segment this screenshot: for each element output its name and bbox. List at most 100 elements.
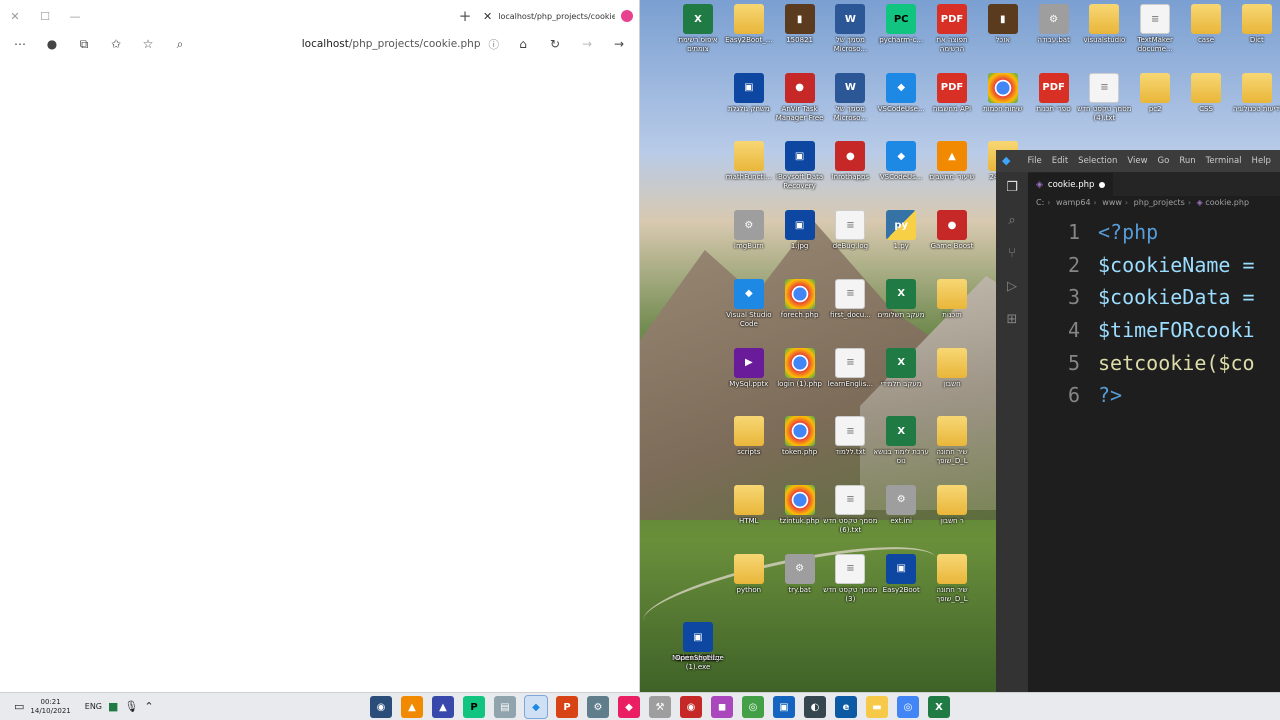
code-line[interactable]: 2 $cookieName = [1028,249,1280,282]
desktop-icon[interactable]: W מסמך של Microso... [825,4,875,54]
breadcrumb-item[interactable]: cookie.php [1205,198,1249,207]
desktop-icon[interactable]: forech.php [775,278,825,320]
breadcrumb-item[interactable]: www [1102,198,1122,207]
address-bar[interactable]: localhost/php_projects/cookie.php ⓘ [198,33,505,55]
desktop-icon[interactable]: ⚙ ImgBurn [724,210,774,251]
run-debug-icon[interactable]: ▷ [1007,279,1017,294]
desktop-icon[interactable]: ▶ MySql.pptx [724,347,774,389]
desktop-icon[interactable]: X איפוס רשימת צומתים [673,4,723,54]
chrome-icon[interactable]: ◎ [897,696,919,718]
desktop-icon[interactable]: ≡ מסמך טקסט חדש (4).txt [1077,72,1131,123]
edge-icon[interactable]: e [835,696,857,718]
desktop-icon[interactable]: ⚙ עבודה.bat [1029,4,1079,45]
code-line[interactable]: 4 $timeFORcooki [1028,314,1280,347]
desktop-icon[interactable]: PDF מחשבות API [927,72,977,114]
window-close-button[interactable]: ✕ [0,5,30,27]
desktop-icon[interactable]: Easy2Boot_... [724,4,774,45]
desktop-icon[interactable]: ▣ iBoysoft Data Recovery [775,141,825,191]
desktop-icon[interactable]: ידיעות טכנולוגיה [1232,72,1280,114]
menu-selection[interactable]: Selection [1073,156,1122,166]
vlc-icon[interactable]: ▲ [401,696,423,718]
desktop-icon[interactable]: ≡ first_docu... [825,278,875,320]
new-tab-button[interactable]: + [453,7,477,25]
excel-tray-icon[interactable]: ■ [108,700,118,713]
desktop-icon[interactable]: PDF תפוצה את הרשימה [927,4,977,54]
code-line[interactable]: 6 ?> [1028,379,1280,412]
desktop-icon[interactable]: ≡ מסמך טקסט חדש (3) [823,553,877,604]
desktop-icon[interactable]: scripts [724,416,774,457]
menu-terminal[interactable]: Terminal [1201,156,1247,166]
desktop-icon[interactable]: ≡ learnEnglis... [825,347,875,389]
search-icon[interactable]: ⌕ [166,33,194,55]
clock[interactable]: 00:21 14/10/2021 [30,698,70,716]
menu-go[interactable]: Go [1153,156,1175,166]
forward-icon[interactable]: → [573,33,601,55]
desktop-icon[interactable]: ▮ אוכל [978,4,1028,45]
desktop-icon[interactable]: ◆ VSCodeUse... [876,72,926,114]
desktop-icon[interactable]: תוכנות [927,278,977,320]
desktop-icon[interactable]: ● Game Boost [927,210,977,251]
pycharm-icon[interactable]: P [463,696,485,718]
taskbar-app-icon[interactable]: ⚒ [649,696,671,718]
profile-icon[interactable]: ● [38,33,66,55]
desktop-icon[interactable]: ▣ OpenShot-l... (1).exe [673,622,723,672]
desktop-icon[interactable]: login (1).php [775,347,825,389]
editor-tab-cookie-php[interactable]: ◈ cookie.php [1028,173,1114,197]
desktop-icon[interactable]: tzintuk.php [775,484,825,526]
window-minimize-button[interactable]: — [60,5,90,27]
desktop-icon[interactable]: ▣ משחק גולגלת [724,72,774,114]
desktop-icon[interactable]: שיר חתונה שופך_D_L [927,553,977,604]
vscode-taskbar-icon[interactable]: ◆ [524,695,548,719]
desktop-icon[interactable]: ▣ Easy2Boot [876,553,926,595]
code-line[interactable]: 5 setcookie($co [1028,346,1280,379]
desktop-icon[interactable]: ▣ 1.jpg [775,210,825,251]
taskbar-app-icon[interactable]: ◉ [370,696,392,718]
desktop-icon[interactable]: ● lnrothapps [825,141,875,182]
taskbar-app-icon[interactable]: ▣ [773,696,795,718]
chrome-icon[interactable]: ◎ [742,696,764,718]
taskbar-app-icon[interactable]: ◼ [711,696,733,718]
desktop-icon[interactable]: ▲ שיעורי מחשבים [927,141,977,182]
menu-help[interactable]: Help [1247,156,1276,166]
desktop-icon[interactable]: ▮ 150821 [775,4,825,45]
language-indicator[interactable]: ENG [85,702,102,711]
back-icon[interactable]: → [605,33,633,55]
taskbar-app-icon[interactable]: ◐ [804,696,826,718]
desktop-icon[interactable]: token.php [775,416,825,457]
taskbar-app-icon[interactable]: ⚙ [587,696,609,718]
excel-icon[interactable]: X [928,696,950,718]
collections-icon[interactable]: ⧉ [70,33,98,55]
extensions-icon[interactable]: ⊞ [1007,312,1018,327]
desktop-icon[interactable]: ⚙ try.bat [775,553,825,595]
desktop-icon[interactable]: PC pycharm-c... [876,4,926,45]
desktop-icon[interactable]: חשבון [927,347,977,389]
unsaved-dot-icon[interactable] [1099,182,1106,188]
desktop-icon[interactable]: ◆ VSCodeUs... [876,141,926,182]
desktop-icon[interactable]: ⚙ ext.ini [876,484,926,526]
search-icon[interactable]: ⌕ [1008,213,1015,228]
breadcrumb-item[interactable]: php_projects [1134,198,1185,207]
favorites-icon[interactable]: ✩ [102,33,130,55]
menu-run[interactable]: Run [1174,156,1200,166]
desktop-icon[interactable]: שיר חתונה שופך_D_L [927,416,977,466]
desktop-icon[interactable]: ≡ deBug.log [825,210,875,251]
desktop-icon[interactable]: visualstudio [1079,4,1129,45]
desktop-icon[interactable]: X מעקב תשלומים [876,278,926,320]
menu-edit[interactable]: Edit [1047,156,1073,166]
desktop-icon[interactable]: שיחות חכמות [978,72,1028,114]
desktop-icon[interactable]: HTML [724,484,774,526]
show-hidden-icons-chevron-icon[interactable]: ⌃ [144,700,153,713]
desktop-icon[interactable]: X מעקב תלמידי [876,347,926,389]
browser-tab[interactable]: ✕ localhost/php_projects/cookie.php [477,0,639,32]
file-explorer-icon[interactable]: ▬ [866,696,888,718]
desktop-icon[interactable]: X ערכת לימוד בנושא נוס [873,416,929,466]
site-info-icon[interactable]: ⓘ [489,37,500,52]
taskbar-app-icon[interactable]: ▲ [432,696,454,718]
menu-view[interactable]: View [1122,156,1152,166]
menu-file[interactable]: File [1022,156,1046,166]
home-icon[interactable]: ⌂ [509,33,537,55]
tab-close-icon[interactable]: ✕ [483,10,492,23]
add-favorite-icon[interactable]: ☆ [134,33,162,55]
notifications-icon[interactable]: ▭ [14,700,24,713]
desktop-icon[interactable]: Dict [1232,4,1280,45]
